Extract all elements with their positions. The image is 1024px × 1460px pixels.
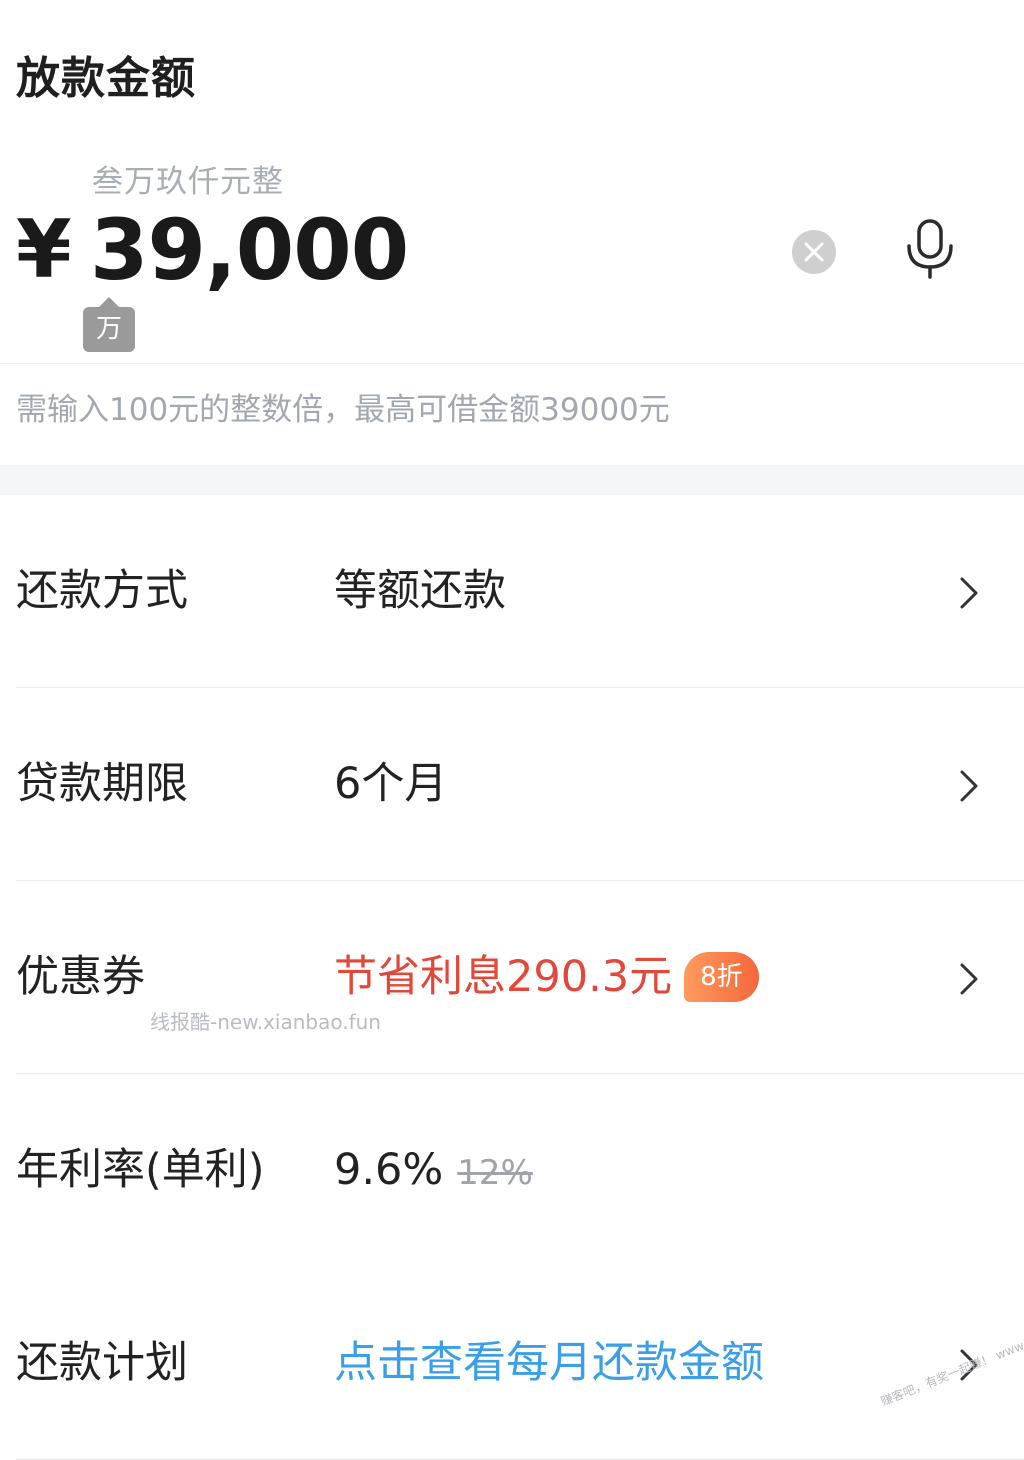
clear-icon[interactable] <box>792 230 836 274</box>
amount-in-words: 叁万玖仟元整 <box>92 164 284 200</box>
row-label: 还款计划 <box>16 1338 188 1388</box>
watermark-text: 线报酷-new.xianbao.fun <box>150 1010 381 1034</box>
row-label: 还款方式 <box>16 566 188 616</box>
original-rate: 12% <box>457 1153 533 1193</box>
unit-tooltip: 万 <box>83 297 135 352</box>
currency-symbol: ¥ <box>16 203 72 296</box>
microphone-icon[interactable] <box>902 218 958 280</box>
row-value-wrap: 9.6% 12% <box>334 1074 533 1267</box>
repayment-plan-row[interactable]: 还款计划 点击查看每月还款金额 <box>0 1267 1024 1460</box>
section-gap <box>0 465 1024 495</box>
chevron-right-icon <box>960 770 978 802</box>
row-value: 等额还款 <box>334 566 506 616</box>
row-value: 6个月 <box>334 759 448 809</box>
row-label: 年利率(单利) <box>16 1145 265 1195</box>
row-label: 贷款期限 <box>16 759 188 809</box>
loan-amount-input[interactable]: 39,000 <box>90 200 409 300</box>
coupon-row[interactable]: 优惠券 节省利息290.3元 8折 <box>0 881 1024 1074</box>
loan-term-row[interactable]: 贷款期限 6个月 <box>0 688 1024 881</box>
chevron-right-icon <box>960 963 978 995</box>
section-title: 放款金额 <box>16 53 196 104</box>
amount-hint: 需输入100元的整数倍，最高可借金额39000元 <box>16 392 670 428</box>
chevron-right-icon <box>960 577 978 609</box>
discount-badge: 8折 <box>684 951 759 1002</box>
view-monthly-repayment-link[interactable]: 点击查看每月还款金额 <box>334 1267 764 1460</box>
row-label: 优惠券 <box>16 952 145 1002</box>
annual-rate-row: 年利率(单利) 9.6% 12% <box>0 1074 1024 1267</box>
repayment-method-row[interactable]: 还款方式 等额还款 <box>0 495 1024 688</box>
current-rate: 9.6% <box>334 1145 444 1195</box>
divider <box>0 363 1024 364</box>
row-value-wrap: 节省利息290.3元 8折 <box>334 881 759 1074</box>
interest-savings-text: 节省利息290.3元 <box>334 952 673 1002</box>
